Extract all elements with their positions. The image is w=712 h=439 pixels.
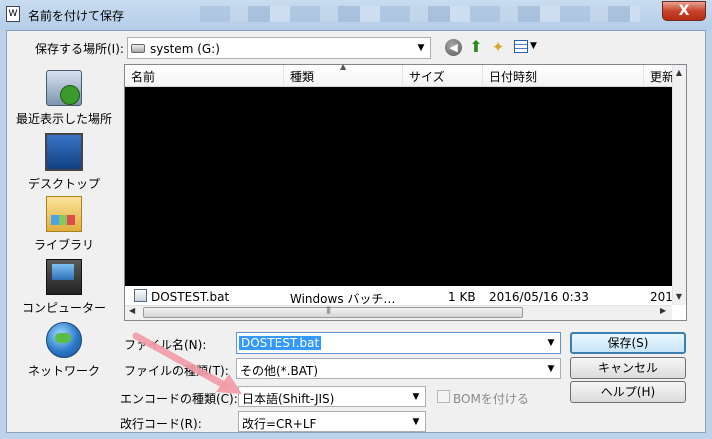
app-icon: W	[6, 6, 20, 22]
place-label: ネットワーク	[27, 364, 100, 378]
file-list-header	[125, 65, 672, 87]
vertical-scrollbar[interactable]	[672, 65, 686, 305]
save-location-label: 保存する場所(I):	[35, 42, 124, 56]
column-header-modified[interactable]: 更新	[650, 68, 674, 85]
column-header-size[interactable]: サイズ	[409, 68, 445, 85]
chevron-down-icon[interactable]: ▼	[409, 415, 423, 429]
file-date-cell: 2016/05/16 0:33	[489, 290, 589, 304]
redacted-file-area	[125, 87, 672, 286]
batch-file-icon	[134, 289, 147, 302]
chevron-down-icon[interactable]: ▼	[544, 336, 558, 350]
window-title: 名前を付けて保存	[28, 9, 125, 23]
horizontal-scroll-thumb[interactable]	[143, 307, 523, 318]
place-library[interactable]: ライブラリ	[14, 196, 114, 253]
file-name-cell: DOSTEST.bat	[151, 290, 230, 304]
desktop-icon	[45, 133, 83, 171]
up-folder-icon[interactable]: ⬆	[467, 37, 485, 57]
back-icon[interactable]: ◀	[445, 39, 462, 56]
filetype-value: その他(*.BAT)	[240, 364, 319, 378]
chevron-down-icon[interactable]: ▼	[414, 41, 428, 55]
drive-icon	[131, 44, 145, 53]
new-folder-icon[interactable]: ✦	[489, 38, 507, 56]
computer-icon	[46, 259, 82, 295]
newline-value: 改行=CR+LF	[242, 417, 317, 431]
bom-checkbox[interactable]	[437, 390, 450, 403]
encoding-value: 日本語(Shift-JIS)	[242, 392, 335, 406]
column-header-type[interactable]: 種類	[290, 68, 314, 85]
place-label: デスクトップ	[27, 177, 100, 191]
save-location-value: system (G:)	[150, 42, 220, 56]
cancel-button[interactable]: キャンセル	[570, 357, 686, 379]
chevron-down-icon[interactable]: ▼	[409, 390, 423, 404]
column-header-date[interactable]: 日付時刻	[489, 68, 537, 85]
filename-value[interactable]: DOSTEST.bat	[239, 336, 322, 350]
help-button[interactable]: ヘルプ(H)	[570, 381, 686, 403]
place-network[interactable]: ネットワーク	[14, 322, 114, 379]
file-modified-cell: 201	[650, 290, 673, 304]
scroll-down-icon[interactable]: ▼	[673, 292, 685, 301]
column-divider[interactable]	[643, 65, 644, 87]
column-header-name[interactable]: 名前	[131, 68, 155, 85]
network-icon	[46, 322, 82, 358]
column-divider[interactable]	[402, 65, 403, 87]
scroll-up-icon[interactable]: ▲	[673, 68, 685, 77]
view-menu-icon[interactable]	[514, 40, 528, 53]
recent-places-icon	[46, 70, 82, 106]
library-icon	[46, 196, 82, 232]
scroll-left-icon[interactable]: ◀	[129, 306, 135, 315]
file-size-cell: 1 KB	[448, 290, 476, 304]
title-bar-background-blur	[200, 6, 640, 22]
place-desktop[interactable]: デスクトップ	[14, 133, 114, 192]
save-button[interactable]: 保存(S)	[570, 332, 686, 354]
annotation-arrow	[132, 332, 242, 394]
bom-label: BOMを付ける	[453, 392, 529, 406]
place-computer[interactable]: コンピューター	[14, 259, 114, 316]
place-label: 最近表示した場所	[15, 112, 112, 126]
column-divider[interactable]	[283, 65, 284, 87]
view-menu-chevron-icon[interactable]: ▼	[530, 41, 537, 51]
place-label: ライブラリ	[33, 238, 94, 252]
newline-label: 改行コード(R):	[120, 417, 202, 431]
chevron-down-icon[interactable]: ▼	[544, 362, 558, 376]
column-divider[interactable]	[482, 65, 483, 87]
place-recent[interactable]: 最近表示した場所	[14, 70, 114, 127]
close-button[interactable]: X	[662, 1, 706, 21]
sort-ascending-icon: ▲	[340, 62, 347, 71]
place-label: コンピューター	[21, 301, 106, 315]
scroll-right-icon[interactable]: ▶	[660, 306, 666, 315]
scroll-grip-icon: |||	[326, 306, 331, 314]
